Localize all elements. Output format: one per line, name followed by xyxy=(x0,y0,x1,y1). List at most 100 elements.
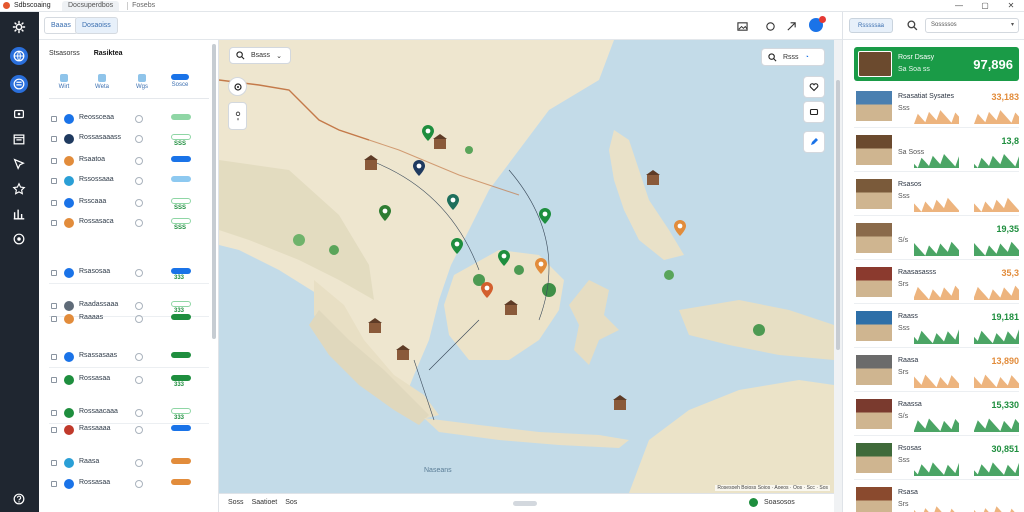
property-marker-icon[interactable] xyxy=(646,170,660,185)
map-layer-selector[interactable]: Bsass ⌄ xyxy=(229,47,291,64)
dashboard-icon[interactable] xyxy=(10,75,28,93)
property-card[interactable]: Raasa Srs 13,890 xyxy=(854,352,1019,392)
list-item[interactable]: Rsasosaa 333 xyxy=(49,266,209,284)
layers-button[interactable] xyxy=(803,101,825,123)
row-checkbox[interactable] xyxy=(51,303,57,309)
list-item[interactable]: Raasa xyxy=(49,456,209,474)
share-icon[interactable] xyxy=(785,20,797,32)
minimize-button[interactable]: — xyxy=(946,0,972,12)
pager-indicator[interactable] xyxy=(513,501,537,506)
row-checkbox[interactable] xyxy=(51,410,57,416)
close-button[interactable]: ✕ xyxy=(998,0,1024,12)
row-checkbox[interactable] xyxy=(51,316,57,322)
toolbar-button-1[interactable]: Baaas xyxy=(44,17,78,34)
row-checkbox[interactable] xyxy=(51,427,57,433)
property-marker-icon[interactable] xyxy=(396,345,410,360)
tab-active[interactable]: Docsuperdbos xyxy=(62,0,120,11)
list-item[interactable]: Rossasaaass SSS xyxy=(49,132,209,150)
map-view[interactable]: Bsass ⌄ Rsss ◔ Naseans Rosesoeh Boioss S… xyxy=(219,40,834,493)
property-marker-icon[interactable] xyxy=(613,395,627,410)
row-checkbox[interactable] xyxy=(51,158,57,164)
list-item[interactable]: Rossasaa 333 xyxy=(49,373,209,391)
row-checkbox[interactable] xyxy=(51,178,57,184)
status-right[interactable]: Soasosos xyxy=(749,498,795,507)
row-name: Rossasaca xyxy=(79,218,114,225)
map-pin-icon[interactable] xyxy=(535,258,547,274)
row-checkbox[interactable] xyxy=(51,220,57,226)
map-pin-icon[interactable] xyxy=(379,205,391,221)
calendar-icon[interactable] xyxy=(10,130,28,148)
featured-card[interactable]: Rosr Dsasy Sa Soa ss 97,896 xyxy=(854,47,1019,81)
star-icon[interactable] xyxy=(10,180,28,198)
list-item[interactable]: Rossaacaaa 333 xyxy=(49,406,209,424)
property-marker-icon[interactable] xyxy=(433,134,447,149)
list-item[interactable]: Raaaas xyxy=(49,312,209,330)
list-scrollbar[interactable] xyxy=(212,44,216,339)
sort-select[interactable]: Sossssos xyxy=(925,18,1019,33)
maximize-button[interactable]: ▢ xyxy=(972,0,998,12)
row-checkbox[interactable] xyxy=(51,481,57,487)
image-icon[interactable] xyxy=(736,20,748,32)
row-checkbox[interactable] xyxy=(51,270,57,276)
row-checkbox[interactable] xyxy=(51,200,57,206)
row-checkbox[interactable] xyxy=(51,116,57,122)
column-header[interactable]: Wirt xyxy=(49,74,79,90)
toolbar-button-2[interactable]: Dosaoiss xyxy=(75,17,118,34)
property-card[interactable]: S/s 19,35 xyxy=(854,220,1019,260)
map-pin-icon[interactable] xyxy=(447,194,459,210)
list-item[interactable]: Rossasaa xyxy=(49,477,209,495)
row-checkbox[interactable] xyxy=(51,354,57,360)
list-item[interactable]: Reossceaa xyxy=(49,112,209,130)
locate-button[interactable] xyxy=(228,77,247,96)
map-pin-icon[interactable] xyxy=(481,282,493,298)
column-header[interactable]: Sosce xyxy=(165,74,195,88)
row-checkbox[interactable] xyxy=(51,377,57,383)
list-item[interactable]: Rsassasaas xyxy=(49,350,209,368)
property-card[interactable]: Raassa S/s 15,330 xyxy=(854,396,1019,436)
map-pin-icon[interactable] xyxy=(498,250,510,266)
list-item[interactable]: Rossasaca SSS xyxy=(49,216,209,234)
map-pin-icon[interactable] xyxy=(413,160,425,176)
panel-action-button[interactable]: Rsssssaa xyxy=(849,18,893,33)
property-card[interactable]: Rsasa Srs xyxy=(854,484,1019,512)
property-card[interactable]: Raasasasss Srs 35,3 xyxy=(854,264,1019,304)
map-pin-icon[interactable] xyxy=(451,238,463,254)
draw-button[interactable] xyxy=(803,131,825,153)
search-icon[interactable] xyxy=(907,20,918,31)
file-label[interactable]: Fosebs xyxy=(132,2,155,9)
tab-regions[interactable]: Rasiktea xyxy=(94,50,123,57)
globe-icon[interactable] xyxy=(10,47,28,65)
bar-chart-icon[interactable] xyxy=(10,205,28,223)
list-item[interactable]: Rassaaaa xyxy=(49,423,209,441)
property-card[interactable]: Rsasos Sss xyxy=(854,176,1019,216)
list-item[interactable]: Rssossaaa xyxy=(49,174,209,192)
property-marker-icon[interactable] xyxy=(504,300,518,315)
property-card[interactable]: Rsasatiat Sysates Sss 33,183 xyxy=(854,88,1019,128)
tab-stations[interactable]: Stsasorss xyxy=(49,50,80,57)
row-checkbox[interactable] xyxy=(51,460,57,466)
notification-badge-icon[interactable] xyxy=(809,16,826,32)
map-search-box[interactable]: Rsss ◔ xyxy=(761,48,825,66)
fullscreen-button[interactable] xyxy=(803,76,825,98)
property-marker-icon[interactable] xyxy=(368,318,382,333)
row-checkbox[interactable] xyxy=(51,136,57,142)
map-scrollbar[interactable] xyxy=(834,40,842,512)
property-card[interactable]: Raass Sss 19,181 xyxy=(854,308,1019,348)
list-item[interactable]: Rsaatoa xyxy=(49,154,209,172)
column-header[interactable]: Wgs xyxy=(127,74,157,90)
compass-icon[interactable] xyxy=(10,155,28,173)
layers-icon[interactable] xyxy=(10,105,28,123)
map-pin-icon[interactable] xyxy=(674,220,686,236)
bell-icon[interactable] xyxy=(764,20,776,32)
info-icon[interactable] xyxy=(10,230,28,248)
list-item[interactable]: Rsscaaa SSS xyxy=(49,196,209,214)
zoom-controls[interactable] xyxy=(228,102,247,130)
help-icon[interactable] xyxy=(10,490,28,508)
category-icon xyxy=(64,375,74,385)
column-header[interactable]: Weta xyxy=(87,74,117,90)
property-card[interactable]: Rsosas Sss 30,851 xyxy=(854,440,1019,480)
property-card[interactable]: Sa Soss 13,8 xyxy=(854,132,1019,172)
map-pin-icon[interactable] xyxy=(539,208,551,224)
property-marker-icon[interactable] xyxy=(364,155,378,170)
settings-icon[interactable] xyxy=(10,18,28,36)
